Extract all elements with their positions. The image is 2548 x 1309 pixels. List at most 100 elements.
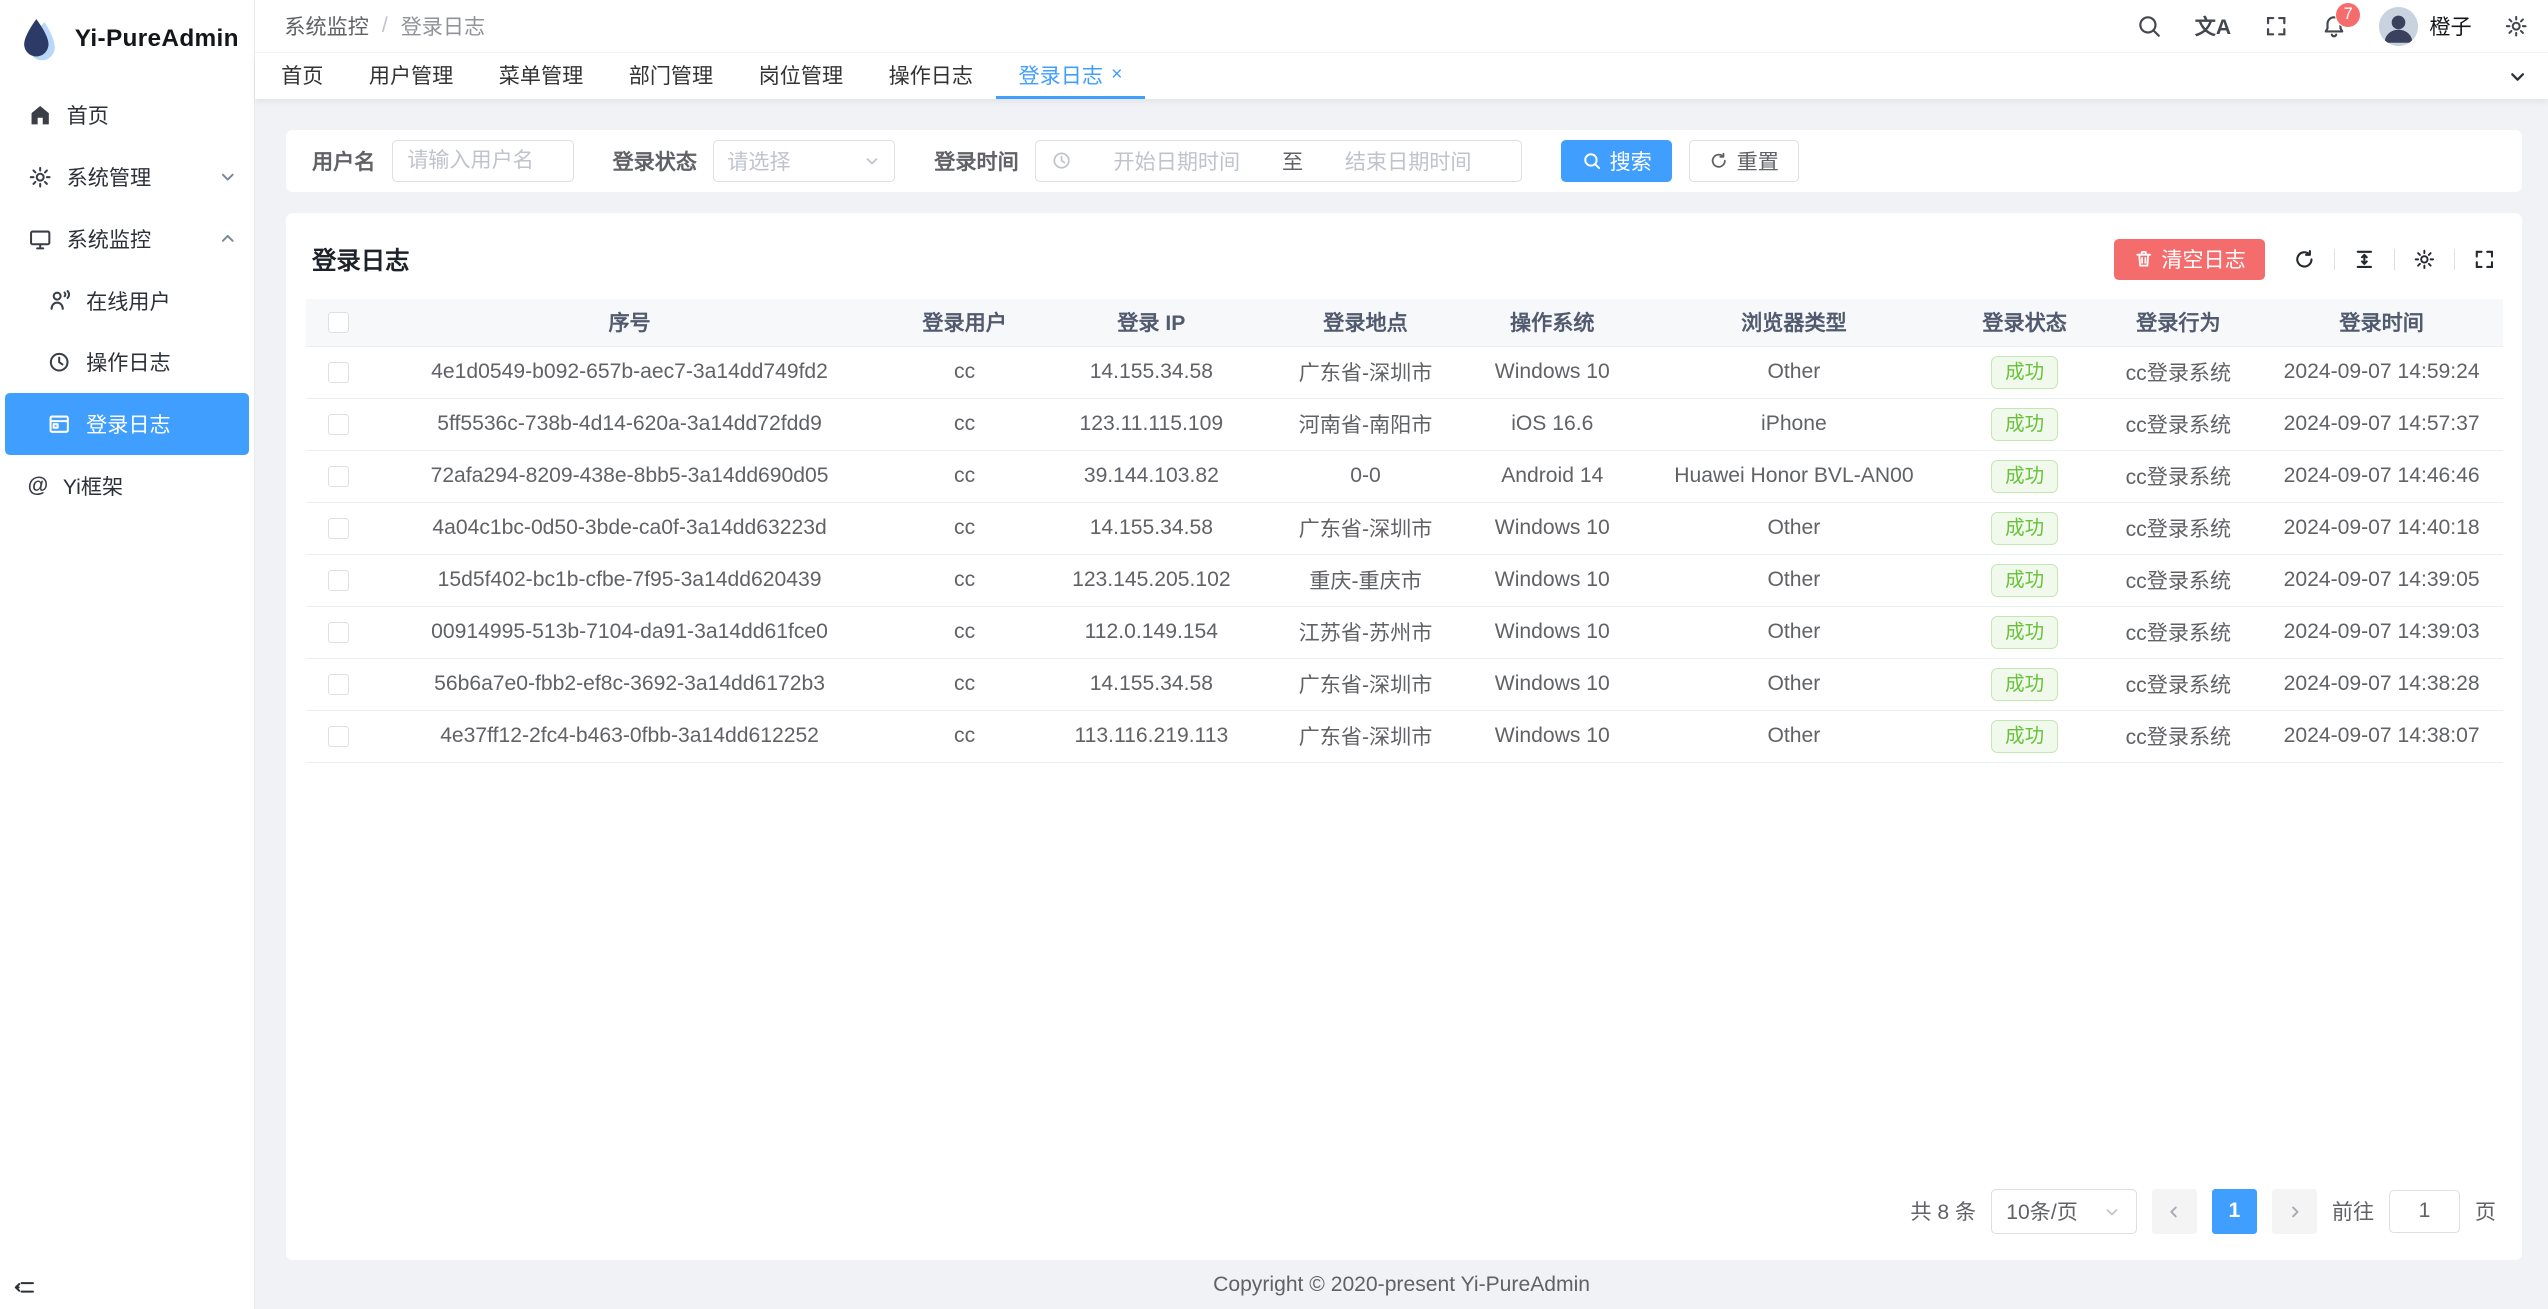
gear-icon [28,165,52,189]
row-checkbox[interactable] [328,570,349,591]
sidebar-item-login-logs[interactable]: 登录日志 [5,393,249,455]
settings-gear-icon[interactable] [2504,14,2528,38]
cell-location: 0-0 [1261,450,1470,502]
sidebar-item-yi-framework[interactable]: @ Yi框架 [0,455,254,517]
table-row: 00914995-513b-7104-da91-3a14dd61fce0 cc … [306,606,2503,658]
sidebar-item-online-users[interactable]: 在线用户 [0,270,254,332]
cell-browser: Other [1635,606,1954,658]
prev-page-button[interactable] [2152,1189,2198,1235]
logo[interactable]: Yi-PureAdmin [0,0,254,78]
translate-icon[interactable]: 文A [2195,11,2231,41]
sidebar-menu: 首页 系统管理 系统监控 [0,78,254,1309]
tab-label: 操作日志 [889,60,973,90]
cell-time: 2024-09-07 14:39:05 [2261,554,2503,606]
cell-location: 广东省-深圳市 [1261,346,1470,398]
search-button-label: 搜索 [1610,146,1652,176]
sidebar-item-system-monitor[interactable]: 系统监控 [0,208,254,270]
tab-item[interactable]: 首页 [258,53,346,99]
tab-item[interactable]: 登录日志× [996,53,1145,99]
login-status-select[interactable]: 请选择 [713,140,895,182]
status-badge: 成功 [1991,512,2058,545]
cell-behavior: cc登录系统 [2096,346,2261,398]
column-settings-gear-icon[interactable] [2413,248,2436,271]
cell-os: iOS 16.6 [1470,398,1635,450]
cell-user: cc [888,710,1042,762]
cell-ip: 113.116.219.113 [1041,710,1261,762]
row-density-icon[interactable] [2353,248,2376,271]
status-badge: 成功 [1991,616,2058,649]
clear-logs-button[interactable]: 清空日志 [2114,239,2265,280]
sidebar-item-operation-logs[interactable]: 操作日志 [0,332,254,394]
col-header-status: 登录状态 [1953,299,2096,346]
trash-icon [2134,249,2154,269]
row-checkbox[interactable] [328,362,349,383]
table-row: 4e1d0549-b092-657b-aec7-3a14dd749fd2 cc … [306,346,2503,398]
status-badge: 成功 [1991,720,2058,753]
cell-browser: Huawei Honor BVL-AN00 [1635,450,1954,502]
search-button[interactable]: 搜索 [1561,140,1672,182]
cell-user: cc [888,502,1042,554]
sidebar-collapse-icon[interactable] [13,1276,36,1299]
at-icon: @ [28,474,49,498]
cell-id: 72afa294-8209-438e-8bb5-3a14dd690d05 [371,450,887,502]
reset-button[interactable]: 重置 [1689,140,1800,182]
refresh-icon[interactable] [2293,248,2316,271]
tab-item[interactable]: 岗位管理 [736,53,866,99]
cell-browser: Other [1635,502,1954,554]
row-checkbox[interactable] [328,622,349,643]
app-window: Yi-PureAdmin 首页 系统管理 [0,0,2548,1309]
cell-ip: 14.155.34.58 [1041,346,1261,398]
row-checkbox[interactable] [328,414,349,435]
login-time-range-picker[interactable]: 开始日期时间 至 结束日期时间 [1035,140,1523,182]
sidebar-item-system-management[interactable]: 系统管理 [0,146,254,208]
select-all-checkbox[interactable] [328,312,349,333]
row-checkbox[interactable] [328,518,349,539]
status-badge: 成功 [1991,564,2058,597]
login-status-label: 登录状态 [613,146,697,176]
tab-item[interactable]: 菜单管理 [476,53,606,99]
next-page-button[interactable] [2272,1189,2318,1235]
tabs-more-chevron-down-icon[interactable] [2491,53,2545,99]
search-icon [1582,151,1602,171]
goto-page-input[interactable] [2389,1190,2461,1234]
user-menu[interactable]: 橙子 [2379,7,2472,46]
start-time-placeholder: 开始日期时间 [1078,146,1275,176]
sidebar-item-home[interactable]: 首页 [0,85,254,147]
username-input[interactable] [392,140,574,182]
tab-close-icon[interactable]: × [1111,65,1122,85]
sidebar-item-label: 在线用户 [86,286,170,316]
cell-ip: 123.11.115.109 [1041,398,1261,450]
page-size-select[interactable]: 10条/页 [1991,1189,2137,1235]
page-size-value: 10条/页 [2006,1196,2078,1226]
content: 用户名 登录状态 请选择 登录时间 开始日期时间 至 结束日期时间 [255,99,2548,1260]
status-badge: 成功 [1991,408,2058,441]
cell-user: cc [888,450,1042,502]
row-checkbox[interactable] [328,466,349,487]
monitor-icon [28,227,52,251]
app-title: Yi-PureAdmin [75,25,239,53]
search-icon[interactable] [2136,13,2162,39]
fullscreen-icon[interactable] [2264,14,2288,38]
page-number-current[interactable]: 1 [2212,1189,2258,1235]
row-checkbox[interactable] [328,674,349,695]
notification-badge: 7 [2335,2,2361,28]
main-area: 系统监控 / 登录日志 文A 7 [255,0,2548,1309]
breadcrumb-level1[interactable]: 系统监控 [284,11,368,41]
tab-item[interactable]: 操作日志 [866,53,996,99]
tab-list: 首页用户管理菜单管理部门管理岗位管理操作日志登录日志× [258,53,1145,99]
row-checkbox[interactable] [328,726,349,747]
cell-browser: Other [1635,346,1954,398]
table-fullscreen-icon[interactable] [2473,248,2496,271]
cell-os: Windows 10 [1470,554,1635,606]
sidebar-item-label: Yi框架 [63,471,123,501]
cell-id: 00914995-513b-7104-da91-3a14dd61fce0 [371,606,887,658]
cell-user: cc [888,606,1042,658]
page-suffix-label: 页 [2475,1196,2496,1226]
pagination: 共 8 条 10条/页 1 前往 [306,1176,2503,1248]
footer: Copyright © 2020-present Yi-PureAdmin [255,1260,2548,1309]
notification-bell-icon[interactable]: 7 [2321,13,2347,39]
history-icon [47,350,71,374]
tab-item[interactable]: 部门管理 [606,53,736,99]
tab-item[interactable]: 用户管理 [346,53,476,99]
status-badge: 成功 [1991,460,2058,493]
